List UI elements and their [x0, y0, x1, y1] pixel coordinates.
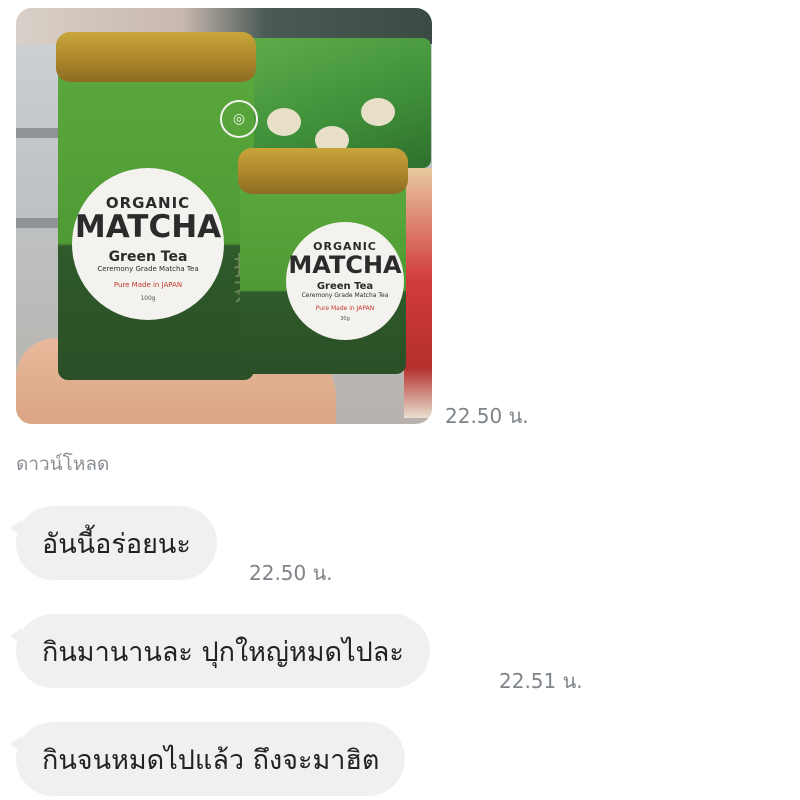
label-matcha: MATCHA — [288, 251, 402, 279]
message-text: กินมานานละ ปุกใหญ่หมดไปละ — [42, 636, 404, 668]
photo-message[interactable]: ◎ ORGANIC MATCHA Green Tea Ceremony Grad… — [16, 8, 432, 424]
tin-label: ORGANIC MATCHA Green Tea Ceremony Grade … — [72, 168, 224, 320]
label-green-tea: Green Tea — [108, 249, 188, 265]
tin-label: ORGANIC MATCHA Green Tea Ceremony Grade … — [286, 222, 404, 340]
label-green-tea: Green Tea — [316, 281, 374, 292]
label-ceremony: Ceremony Grade Matcha Tea — [301, 292, 389, 299]
label-made-in: Pure Made in JAPAN — [113, 281, 183, 289]
label-weight: 30g — [340, 316, 350, 322]
side-package — [404, 168, 432, 418]
matcha-tin-large: ◎ ORGANIC MATCHA Green Tea Ceremony Grad… — [56, 32, 259, 380]
download-link[interactable]: ดาวน์โหลด — [16, 449, 109, 479]
label-matcha: MATCHA — [74, 209, 222, 245]
label-made-in: Pure Made in JAPAN — [315, 305, 375, 312]
organic-seal-icon: ◎ — [220, 100, 258, 138]
label-weight: 100g — [140, 295, 156, 302]
message-text: กินจนหมดไปแล้ว ถึงจะมาฮิต — [42, 744, 380, 776]
message-bubble[interactable]: กินมานานละ ปุกใหญ่หมดไปละ — [10, 614, 430, 688]
label-ceremony: Ceremony Grade Matcha Tea — [97, 265, 199, 273]
message-timestamp: 22.51 น. — [499, 669, 583, 693]
photo-timestamp: 22.50 น. — [445, 404, 529, 428]
message-timestamp: 22.50 น. — [249, 561, 333, 585]
matcha-tin-small: ORGANIC MATCHA Green Tea Ceremony Grade … — [238, 148, 408, 374]
message-bubble[interactable]: กินจนหมดไปแล้ว ถึงจะมาฮิต — [9, 722, 406, 796]
message-bubble[interactable]: อันนี้อร่อยนะ — [10, 506, 217, 580]
message-text: อันนี้อร่อยนะ — [42, 528, 191, 560]
